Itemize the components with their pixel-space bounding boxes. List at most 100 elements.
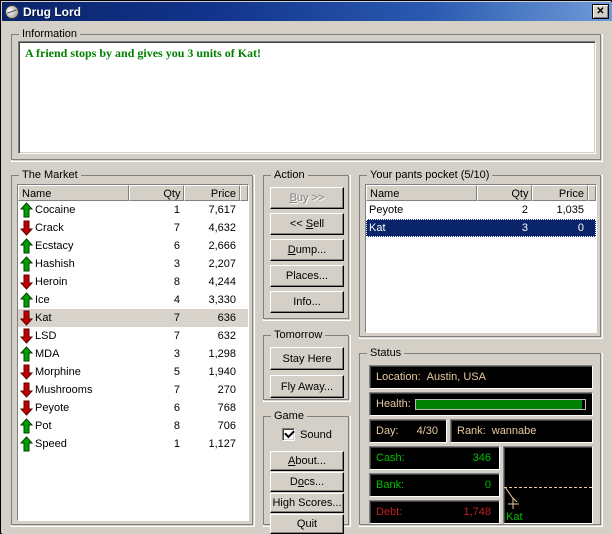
- fly-away-button[interactable]: Fly Away...: [270, 375, 344, 398]
- button-label: Places...: [286, 270, 328, 282]
- market-qty: 6: [130, 240, 186, 252]
- high-scores-button[interactable]: High Scores...: [270, 493, 344, 513]
- pocket-qty: 3: [478, 222, 534, 234]
- table-row[interactable]: Ice43,330: [18, 291, 248, 309]
- window-title: Drug Lord: [23, 5, 81, 19]
- table-row[interactable]: Ecstacy62,666: [18, 237, 248, 255]
- market-price: 1,940: [186, 366, 242, 378]
- debt-label: Debt:: [370, 506, 402, 518]
- column-header-price[interactable]: Price: [184, 185, 240, 201]
- column-header-qty[interactable]: Qty: [129, 185, 185, 201]
- table-row[interactable]: Cocaine17,617: [18, 201, 248, 219]
- market-name-cell: MDA: [18, 346, 130, 362]
- pocket-name: Kat: [366, 222, 478, 234]
- info-button[interactable]: Info...: [270, 291, 344, 313]
- market-qty: 1: [130, 438, 186, 450]
- table-row[interactable]: Peyote21,035: [366, 201, 596, 219]
- column-header-name[interactable]: Name: [366, 185, 477, 201]
- cash-field: Cash: 346: [369, 446, 500, 470]
- rank-value: wannabe: [486, 425, 537, 437]
- market-name-cell: Heroin: [18, 274, 130, 290]
- market-name: Hashish: [35, 258, 75, 270]
- market-name-cell: Speed: [18, 436, 130, 452]
- table-row[interactable]: Speed11,127: [18, 435, 248, 453]
- column-header-filler: [240, 185, 248, 201]
- table-row[interactable]: Mushrooms7270: [18, 381, 248, 399]
- market-name-cell: Hashish: [18, 256, 130, 272]
- market-price: 1,298: [186, 348, 242, 360]
- market-name: LSD: [35, 330, 56, 342]
- information-group: Information A friend stops by and gives …: [11, 28, 603, 162]
- market-price: 2,207: [186, 258, 242, 270]
- market-legend: The Market: [19, 169, 81, 181]
- pocket-rows[interactable]: Peyote21,035Kat30: [366, 201, 596, 332]
- bank-label: Bank:: [370, 479, 404, 491]
- stay-here-button[interactable]: Stay Here: [270, 347, 344, 370]
- window-client-area: Information A friend stops by and gives …: [2, 21, 612, 534]
- market-name-cell: Morphine: [18, 364, 130, 380]
- market-name-cell: Peyote: [18, 400, 130, 416]
- market-column-header[interactable]: NameQtyPrice: [18, 185, 248, 201]
- market-qty: 8: [130, 276, 186, 288]
- market-name-cell: Ice: [18, 292, 130, 308]
- market-qty: 8: [130, 420, 186, 432]
- health-bar: [415, 399, 586, 410]
- status-body: Location: Austin, USA Health: Day: 4/30: [359, 353, 603, 527]
- market-name: Kat: [35, 312, 52, 324]
- location-value: Austin, USA: [421, 371, 486, 383]
- table-row[interactable]: Kat 7636: [18, 309, 248, 327]
- market-price: 2,666: [186, 240, 242, 252]
- table-row[interactable]: Kat30: [366, 219, 596, 237]
- game-group: Game Sound About... Docs... High Scores...…: [263, 410, 351, 527]
- pocket-listview[interactable]: NameQtyPrice Peyote21,035Kat30: [365, 184, 597, 333]
- market-qty: 7: [130, 312, 186, 324]
- sound-checkbox[interactable]: Sound: [282, 428, 332, 441]
- column-header-qty[interactable]: Qty: [477, 185, 533, 201]
- table-row[interactable]: Heroin84,244: [18, 273, 248, 291]
- pocket-qty: 2: [478, 204, 534, 216]
- table-row[interactable]: Pot8706: [18, 417, 248, 435]
- information-textbox[interactable]: A friend stops by and gives you 3 units …: [18, 41, 596, 154]
- column-header-name[interactable]: Name: [18, 185, 129, 201]
- checkbox-box: [282, 428, 295, 441]
- button-label: << Sell: [290, 218, 324, 230]
- market-price: 4,632: [186, 222, 242, 234]
- game-legend: Game: [271, 410, 307, 422]
- sell-button[interactable]: << Sell: [270, 213, 344, 235]
- quit-button[interactable]: Quit: [270, 514, 344, 534]
- market-name: MDA: [35, 348, 59, 360]
- check-icon: [284, 428, 295, 439]
- market-name: Crack: [35, 222, 64, 234]
- table-row[interactable]: MDA31,298: [18, 345, 248, 363]
- trend-down-icon: [20, 400, 33, 416]
- docs-button[interactable]: Docs...: [270, 472, 344, 492]
- market-price: 636: [186, 312, 242, 324]
- close-icon[interactable]: ✕: [592, 4, 609, 19]
- button-label: Docs...: [290, 476, 324, 488]
- action-body: Buy >> << Sell Dump... Places... Info...: [263, 175, 351, 321]
- trend-up-icon: [20, 256, 33, 272]
- market-name-cell: Kat: [18, 310, 130, 326]
- cash-value: 346: [467, 452, 499, 464]
- places-button[interactable]: Places...: [270, 265, 344, 287]
- bank-field: Bank: 0: [369, 473, 500, 497]
- market-listview[interactable]: NameQtyPrice Cocaine17,617Crack74,632Ecs…: [17, 184, 249, 521]
- table-row[interactable]: Morphine51,940: [18, 363, 248, 381]
- pocket-column-header[interactable]: NameQtyPrice: [366, 185, 596, 201]
- game-body: Sound About...Docs...High Scores...Quit: [263, 416, 351, 527]
- about-button[interactable]: About...: [270, 451, 344, 471]
- table-row[interactable]: LSD7632: [18, 327, 248, 345]
- market-price: 632: [186, 330, 242, 342]
- dump-button[interactable]: Dump...: [270, 239, 344, 261]
- button-label: Buy >>: [290, 192, 325, 204]
- button-label: Fly Away...: [281, 381, 333, 393]
- table-row[interactable]: Crack74,632: [18, 219, 248, 237]
- day-value: 4/30: [411, 425, 446, 437]
- market-name: Ice: [35, 294, 50, 306]
- debt-field: Debt: 1,748: [369, 500, 500, 524]
- table-row[interactable]: Hashish32,207: [18, 255, 248, 273]
- trend-up-icon: [20, 418, 33, 434]
- market-rows[interactable]: Cocaine17,617Crack74,632Ecstacy62,666Has…: [18, 201, 248, 520]
- table-row[interactable]: Peyote6768: [18, 399, 248, 417]
- column-header-price[interactable]: Price: [532, 185, 588, 201]
